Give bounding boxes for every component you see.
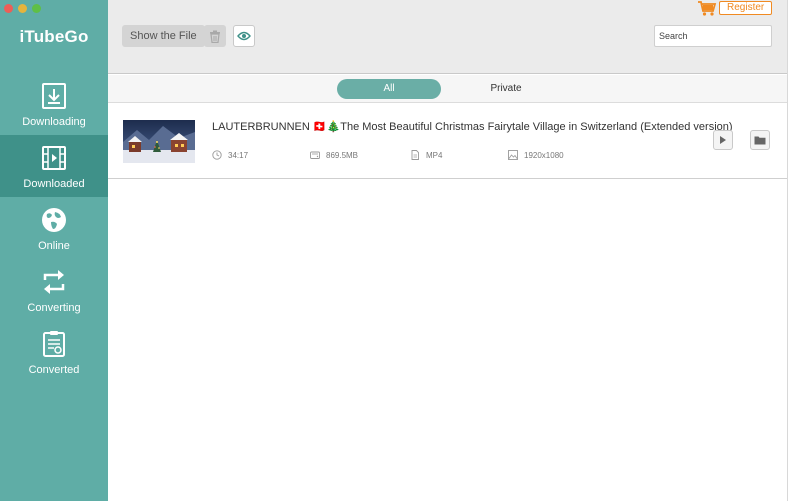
register-button[interactable]: Register [719,1,773,15]
sidebar: iTubeGo Downloading Downloaded Online Co… [0,0,108,501]
download-icon [42,83,66,109]
duration-meta: 34:17 [212,150,248,160]
hard-drive-icon [310,151,320,159]
file-format-icon [411,150,419,160]
resolution-icon [508,150,518,160]
sidebar-item-label: Downloaded [23,178,85,190]
size-value: 869.5MB [326,150,359,160]
sidebar-item-online[interactable]: Online [0,197,108,259]
play-button[interactable] [713,130,733,150]
delete-button[interactable] [204,25,226,47]
play-icon [720,136,726,144]
sidebar-item-label: Converted [28,364,80,376]
preview-toggle-button[interactable] [233,25,255,47]
resolution-meta: 1920x1080 [508,150,564,160]
sidebar-item-downloading[interactable]: Downloading [0,73,108,135]
window-controls [4,4,41,13]
folder-icon [754,136,766,145]
cart-icon[interactable] [697,0,717,16]
format-value: MP4 [426,150,443,160]
tab-all[interactable]: All [337,79,441,99]
sidebar-item-label: Online [38,240,70,252]
open-folder-button[interactable] [750,130,770,150]
resolution-value: 1920x1080 [524,150,564,160]
video-thumbnail [123,120,195,163]
table-row[interactable]: LAUTERBRUNNEN 🇨🇭🎄The Most Beautiful Chri… [108,104,788,179]
globe-icon [42,208,66,232]
converted-doc-icon [43,331,65,357]
video-title: LAUTERBRUNNEN 🇨🇭🎄The Most Beautiful Chri… [212,121,733,133]
search-input[interactable] [654,25,772,47]
sidebar-item-converting[interactable]: Converting [0,259,108,321]
sidebar-item-downloaded[interactable]: Downloaded [0,135,108,197]
close-window-button[interactable] [4,4,13,13]
convert-icon [43,270,65,294]
toolbar: Show the File Register [108,0,788,74]
sidebar-item-converted[interactable]: Converted [0,321,108,383]
film-icon [42,146,66,170]
duration-value: 34:17 [228,150,249,160]
zoom-window-button[interactable] [32,4,41,13]
trash-icon [210,30,220,43]
filter-bar: All Private [108,75,788,103]
eye-icon [237,31,251,41]
app-window: iTubeGo Downloading Downloaded Online Co… [0,0,788,501]
sidebar-item-label: Downloading [22,116,86,128]
app-logo: iTubeGo [19,27,89,46]
show-file-button[interactable]: Show the File [122,25,205,47]
tab-private[interactable]: Private [472,79,540,99]
minimize-window-button[interactable] [18,4,27,13]
format-meta: MP4 [410,150,442,160]
sidebar-item-label: Converting [27,302,81,314]
sidebar-nav: Downloading Downloaded Online Converting… [0,73,108,383]
clock-icon [212,150,222,160]
size-meta: 869.5MB [310,150,358,160]
